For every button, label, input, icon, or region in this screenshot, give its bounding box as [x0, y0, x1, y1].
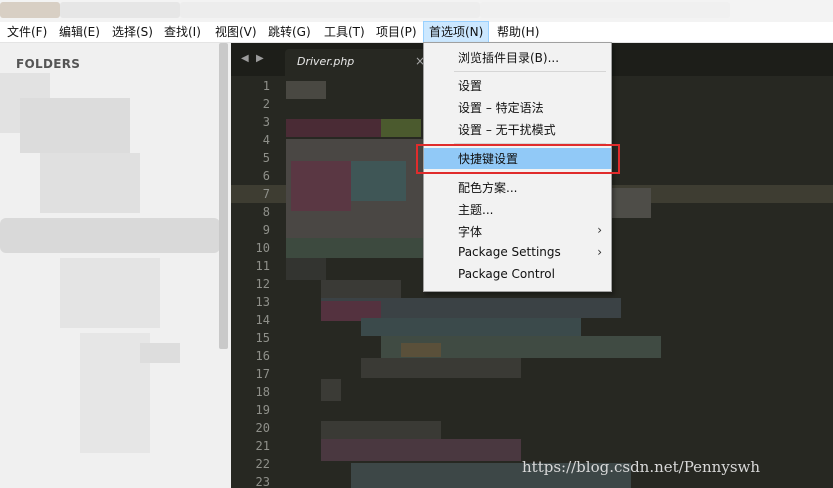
line-number: 8: [262, 205, 270, 219]
line-number: 17: [255, 367, 270, 381]
blurred-code: [321, 421, 441, 439]
line-number: 10: [255, 241, 270, 255]
sidebar-title: FOLDERS: [16, 57, 81, 71]
menu-item-label: 设置: [458, 79, 483, 93]
menu-separator: [454, 71, 606, 72]
line-number: 20: [255, 421, 270, 435]
title-bar: [0, 0, 833, 22]
line-number: 9: [262, 223, 270, 237]
blurred-content: [40, 153, 140, 213]
blurred-code: [291, 161, 351, 211]
line-number: 5: [262, 151, 270, 165]
line-number: 19: [255, 403, 270, 417]
menu-edit[interactable]: 编辑(E): [54, 22, 105, 42]
blurred-code: [321, 379, 341, 401]
menu-item-label: 字体: [458, 225, 483, 239]
tab-label: Driver.php: [297, 55, 355, 68]
line-number: 7: [262, 187, 270, 201]
line-number-gutter: 1 2 3 4 5 6 7 8 9 10 11 12 13 14 15 16 1…: [231, 77, 276, 488]
blurred-content: [20, 98, 130, 153]
blurred-code: [286, 258, 326, 280]
menu-item-settings-syntax-specific[interactable]: 设置 – 特定语法: [424, 97, 611, 118]
menu-item-package-settings[interactable]: Package Settings ›: [424, 243, 611, 264]
menu-item-settings-distraction-free[interactable]: 设置 – 无干扰模式: [424, 119, 611, 140]
nav-left-icon[interactable]: ◀: [241, 53, 249, 64]
menu-item-label: Package Settings: [458, 245, 561, 259]
watermark-text: https://blog.csdn.net/Pennyswh: [522, 458, 761, 476]
line-number: 14: [255, 313, 270, 327]
line-number: 15: [255, 331, 270, 345]
blurred-content: [60, 258, 160, 328]
line-number: 12: [255, 277, 270, 291]
menu-item-label: Package Control: [458, 267, 555, 281]
menu-item-label: 浏览插件目录(B)...: [458, 51, 560, 65]
menu-preferences[interactable]: 首选项(N): [423, 21, 490, 43]
line-number: 11: [255, 259, 270, 273]
blurred-content: [140, 343, 180, 363]
line-number: 18: [255, 385, 270, 399]
line-number: 1: [262, 79, 270, 93]
menu-selection[interactable]: 选择(S): [107, 22, 158, 42]
menu-item-settings[interactable]: 设置: [424, 75, 611, 96]
nav-right-icon[interactable]: ▶: [256, 53, 264, 64]
blurred-code: [351, 161, 406, 201]
menu-file[interactable]: 文件(F): [2, 22, 52, 42]
sidebar: FOLDERS: [0, 43, 231, 488]
line-number: 22: [255, 457, 270, 471]
menu-tools[interactable]: 工具(T): [319, 22, 370, 42]
menu-item-font[interactable]: 字体 ›: [424, 221, 611, 242]
annotation-highlight-box: [416, 144, 620, 174]
menu-view[interactable]: 视图(V): [210, 22, 262, 42]
sidebar-scrollbar[interactable]: [219, 43, 228, 349]
blurred-code: [361, 318, 581, 336]
title-blur: [60, 2, 180, 18]
tab-driver-php[interactable]: Driver.php ×: [285, 49, 435, 76]
menu-find[interactable]: 查找(I): [159, 22, 206, 42]
menu-help[interactable]: 帮助(H): [492, 22, 544, 42]
line-number: 21: [255, 439, 270, 453]
menu-item-color-scheme[interactable]: 配色方案...: [424, 177, 611, 198]
chevron-right-icon: ›: [597, 245, 602, 259]
chevron-right-icon: ›: [597, 223, 602, 237]
line-number: 13: [255, 295, 270, 309]
title-blur: [480, 2, 730, 18]
menu-goto[interactable]: 跳转(G): [263, 22, 316, 42]
blurred-code: [361, 358, 521, 378]
menu-bar: 文件(F) 编辑(E) 选择(S) 查找(I) 视图(V) 跳转(G) 工具(T…: [0, 21, 833, 43]
blurred-code: [321, 439, 521, 461]
line-number: 6: [262, 169, 270, 183]
menu-item-browse-packages[interactable]: 浏览插件目录(B)...: [424, 47, 611, 68]
menu-project[interactable]: 项目(P): [371, 22, 422, 42]
menu-item-package-control[interactable]: Package Control: [424, 265, 611, 286]
line-number: 3: [262, 115, 270, 129]
blurred-code: [286, 81, 326, 99]
blurred-code: [611, 188, 651, 218]
title-blur: [0, 2, 60, 18]
menu-item-theme[interactable]: 主题...: [424, 199, 611, 220]
menu-item-label: 设置 – 特定语法: [458, 101, 544, 115]
blurred-content: [0, 218, 220, 253]
line-number: 23: [255, 475, 270, 488]
blurred-code: [401, 343, 441, 357]
line-number: 2: [262, 97, 270, 111]
menu-item-label: 配色方案...: [458, 181, 518, 195]
menu-item-label: 主题...: [458, 203, 494, 217]
blurred-code: [321, 280, 401, 298]
blurred-code: [381, 119, 421, 137]
title-blur: [180, 2, 480, 18]
line-number: 4: [262, 133, 270, 147]
blurred-code: [286, 238, 426, 258]
line-number: 16: [255, 349, 270, 363]
menu-item-label: 设置 – 无干扰模式: [458, 123, 556, 137]
